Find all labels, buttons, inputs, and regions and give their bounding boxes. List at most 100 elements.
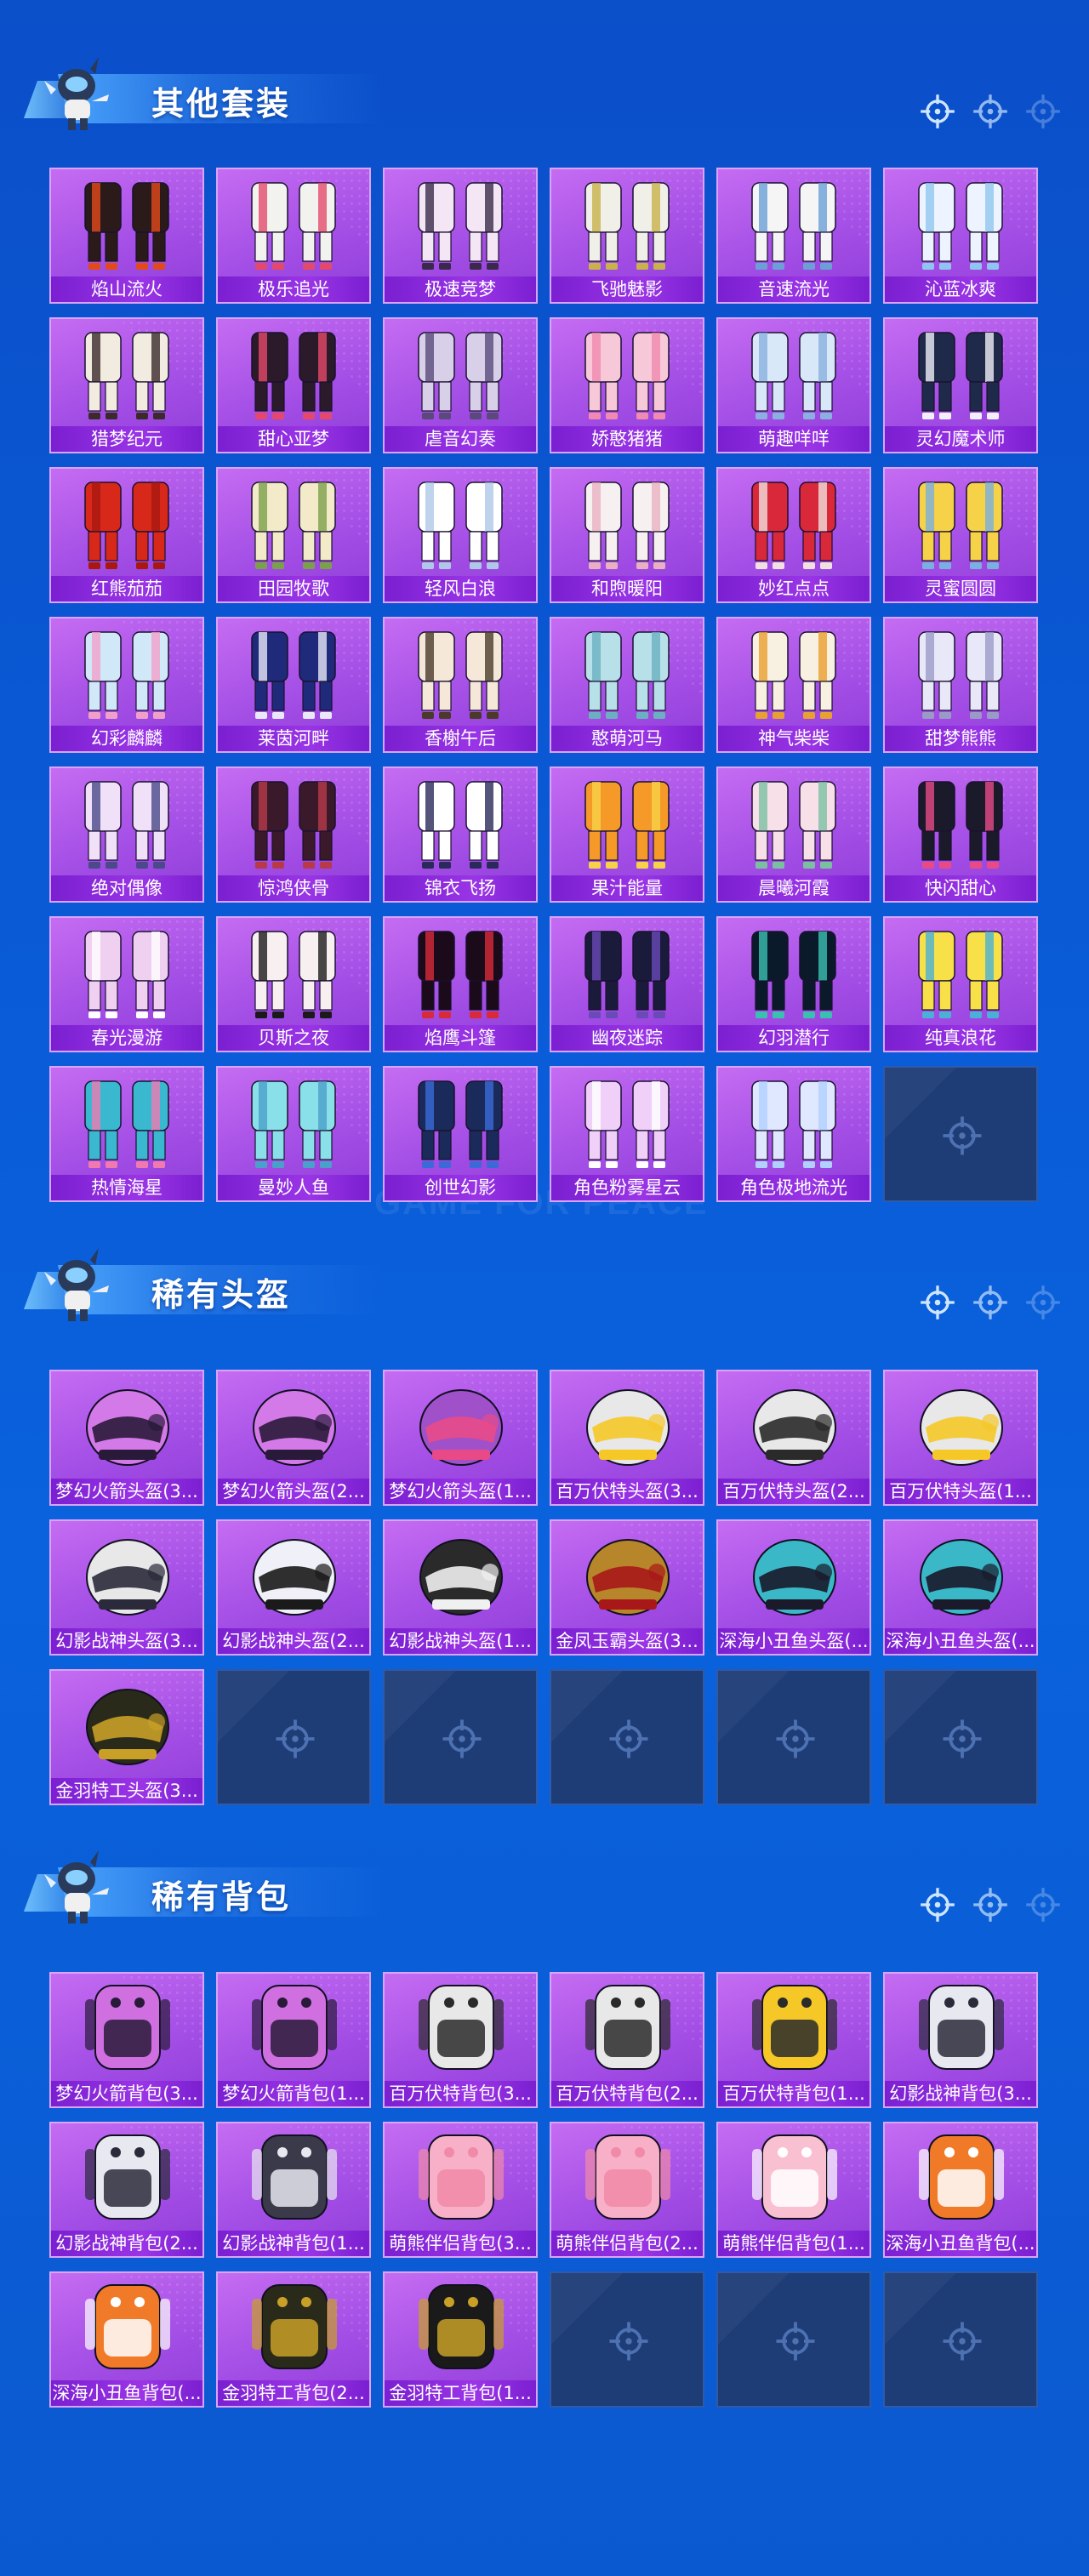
outfit-tile[interactable]: 春光漫游 [49, 916, 204, 1052]
empty-slot [550, 1669, 704, 1805]
tile-label: 梦幻火箭头盔(1... [385, 1479, 536, 1504]
backpack-tile[interactable]: 幻影战神背包(2... [49, 2122, 204, 2258]
section-header: 其他套装 [24, 55, 381, 132]
outfit-icon [918, 182, 1003, 270]
backpack-tile[interactable]: 梦幻火箭背包(3... [49, 1972, 204, 2108]
outfit-tile[interactable]: 贝斯之夜 [216, 916, 371, 1052]
crosshair-icon [941, 2320, 984, 2362]
helmet-tile[interactable]: 幻影战神头盔(2... [216, 1519, 371, 1656]
backpack-tile[interactable]: 深海小丑鱼背包(... [49, 2271, 204, 2408]
outfit-tile[interactable]: 红熊茄茄 [49, 467, 204, 603]
backpack-icon [85, 2134, 170, 2220]
backpack-tile[interactable]: 金羽特工背包(1... [383, 2271, 538, 2408]
outfit-tile[interactable]: 惊鸿侠骨 [216, 767, 371, 903]
backpack-icon [85, 2284, 170, 2369]
outfit-tile[interactable]: 和煦暖阳 [550, 467, 704, 603]
helmet-tile[interactable]: 幻影战神头盔(1... [383, 1519, 538, 1656]
helmet-tile[interactable]: 梦幻火箭头盔(1... [383, 1370, 538, 1506]
outfit-icon [84, 482, 169, 569]
tile-label: 创世幻影 [385, 1175, 536, 1200]
helmet-icon [920, 1389, 1003, 1466]
outfit-tile[interactable]: 晨曦河霞 [716, 767, 871, 903]
tile-label: 春光漫游 [51, 1025, 202, 1051]
helmet-icon [86, 1689, 169, 1765]
outfit-tile[interactable]: 灵蜜圆圆 [883, 467, 1038, 603]
tile-label: 神气柴柴 [718, 726, 869, 751]
outfit-tile[interactable]: 甜心亚梦 [216, 317, 371, 453]
helmet-tile[interactable]: 梦幻火箭头盔(2... [216, 1370, 371, 1506]
backpack-tile[interactable]: 梦幻火箭背包(1... [216, 1972, 371, 2108]
backpack-tile[interactable]: 深海小丑鱼背包(... [883, 2122, 1038, 2258]
outfit-tile[interactable]: 轻风白浪 [383, 467, 538, 603]
outfit-tile[interactable]: 极速竞梦 [383, 168, 538, 304]
tile-label: 角色极地流光 [718, 1175, 869, 1200]
outfit-icon [418, 781, 503, 869]
outfit-tile[interactable]: 快闪甜心 [883, 767, 1038, 903]
outfit-tile[interactable]: 热情海星 [49, 1066, 204, 1202]
outfit-icon [751, 482, 836, 569]
outfit-tile[interactable]: 憨萌河马 [550, 617, 704, 753]
outfit-tile[interactable]: 萌趣咩咩 [716, 317, 871, 453]
backpack-tile[interactable]: 百万伏特背包(1... [716, 1972, 871, 2108]
outfit-tile[interactable]: 灵幻魔术师 [883, 317, 1038, 453]
backpack-tile[interactable]: 萌熊伴侣背包(2... [550, 2122, 704, 2258]
helmet-tile[interactable]: 百万伏特头盔(3... [550, 1370, 704, 1506]
backpack-tile[interactable]: 幻影战神背包(3... [883, 1972, 1038, 2108]
tile-label: 百万伏特背包(2... [551, 2081, 703, 2106]
outfit-tile[interactable]: 创世幻影 [383, 1066, 538, 1202]
outfit-tile[interactable]: 香榭午后 [383, 617, 538, 753]
outfit-tile[interactable]: 幽夜迷踪 [550, 916, 704, 1052]
outfit-tile[interactable]: 锦衣飞扬 [383, 767, 538, 903]
outfit-tile[interactable]: 曼妙人鱼 [216, 1066, 371, 1202]
tile-label: 百万伏特背包(1... [718, 2081, 869, 2106]
outfit-tile[interactable]: 猎梦纪元 [49, 317, 204, 453]
helmet-tile[interactable]: 百万伏特头盔(1... [883, 1370, 1038, 1506]
tile-label: 和煦暖阳 [551, 576, 703, 601]
outfit-tile[interactable]: 角色极地流光 [716, 1066, 871, 1202]
backpack-tile[interactable]: 幻影战神背包(1... [216, 2122, 371, 2258]
tile-label: 金凤玉霸头盔(3... [551, 1628, 703, 1654]
tile-label: 快闪甜心 [885, 875, 1036, 901]
section-header: 稀有背包 [24, 1849, 381, 1925]
outfit-tile[interactable]: 纯真浪花 [883, 916, 1038, 1052]
outfit-tile[interactable]: 虐音幻奏 [383, 317, 538, 453]
backpack-tile[interactable]: 百万伏特背包(2... [550, 1972, 704, 2108]
crosshair-icon [941, 1718, 984, 1760]
tile-label: 幻羽潜行 [718, 1025, 869, 1051]
tile-label: 绝对偶像 [51, 875, 202, 901]
outfit-tile[interactable]: 田园牧歌 [216, 467, 371, 603]
backpack-tile[interactable]: 萌熊伴侣背包(1... [716, 2122, 871, 2258]
backpack-tile[interactable]: 金羽特工背包(2... [216, 2271, 371, 2408]
outfit-tile[interactable]: 甜梦熊熊 [883, 617, 1038, 753]
outfit-tile[interactable]: 沁蓝冰爽 [883, 168, 1038, 304]
crosshair-icon [972, 1886, 1009, 1923]
outfit-tile[interactable]: 极乐追光 [216, 168, 371, 304]
helmet-tile[interactable]: 金羽特工头盔(3... [49, 1669, 204, 1805]
helmet-tile[interactable]: 深海小丑鱼头盔(... [716, 1519, 871, 1656]
helmet-icon [920, 1539, 1003, 1616]
outfit-tile[interactable]: 幻羽潜行 [716, 916, 871, 1052]
outfit-tile[interactable]: 焰鹰斗篷 [383, 916, 538, 1052]
helmet-tile[interactable]: 百万伏特头盔(2... [716, 1370, 871, 1506]
backpack-tile[interactable]: 萌熊伴侣背包(3... [383, 2122, 538, 2258]
helmet-tile[interactable]: 金凤玉霸头盔(3... [550, 1519, 704, 1656]
backpack-icon [252, 1985, 337, 2070]
outfit-tile[interactable]: 绝对偶像 [49, 767, 204, 903]
helmet-tile[interactable]: 深海小丑鱼头盔(... [883, 1519, 1038, 1656]
outfit-icon [918, 781, 1003, 869]
outfit-tile[interactable]: 音速流光 [716, 168, 871, 304]
backpack-icon [252, 2284, 337, 2369]
outfit-tile[interactable]: 果汁能量 [550, 767, 704, 903]
outfit-tile[interactable]: 角色粉雾星云 [550, 1066, 704, 1202]
outfit-tile[interactable]: 飞驰魅影 [550, 168, 704, 304]
outfit-tile[interactable]: 妙红点点 [716, 467, 871, 603]
outfit-tile[interactable]: 神气柴柴 [716, 617, 871, 753]
outfit-tile[interactable]: 莱茵河畔 [216, 617, 371, 753]
helmet-tile[interactable]: 幻影战神头盔(3... [49, 1519, 204, 1656]
outfit-tile[interactable]: 娇憨猪猪 [550, 317, 704, 453]
tile-label: 百万伏特头盔(1... [885, 1479, 1036, 1504]
outfit-tile[interactable]: 焰山流火 [49, 168, 204, 304]
backpack-tile[interactable]: 百万伏特背包(3... [383, 1972, 538, 2108]
outfit-tile[interactable]: 幻彩麟麟 [49, 617, 204, 753]
helmet-tile[interactable]: 梦幻火箭头盔(3... [49, 1370, 204, 1506]
